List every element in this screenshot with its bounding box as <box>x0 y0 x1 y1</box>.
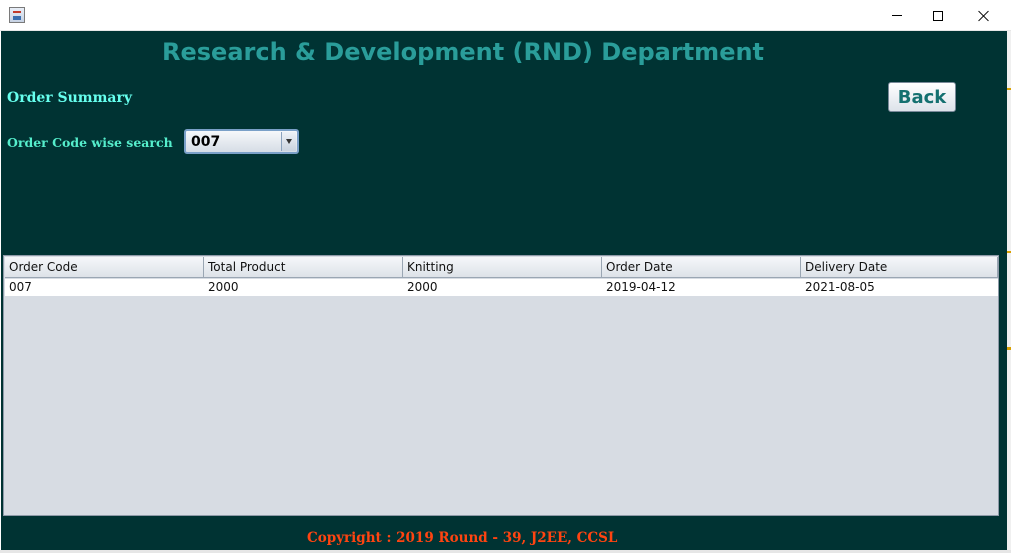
maximize-icon <box>933 10 943 21</box>
column-header-order-date[interactable]: Order Date <box>602 257 801 278</box>
edge-mark <box>1007 347 1011 350</box>
close-icon <box>978 10 990 22</box>
column-header-total-product[interactable]: Total Product <box>204 257 403 278</box>
java-app-icon <box>9 7 25 23</box>
order-code-combobox[interactable]: 007 <box>184 129 299 154</box>
page-title: Research & Development (RND) Department <box>162 38 765 66</box>
cell-delivery-date[interactable]: 2021-08-05 <box>801 279 998 296</box>
section-title: Order Summary <box>7 90 133 106</box>
cell-order-code[interactable]: 007 <box>5 279 204 296</box>
cell-total-product[interactable]: 2000 <box>204 279 403 296</box>
combobox-dropdown-button[interactable] <box>281 132 296 151</box>
window-edge <box>1007 31 1011 553</box>
cell-order-date[interactable]: 2019-04-12 <box>602 279 801 296</box>
close-button[interactable] <box>961 0 1007 31</box>
order-code-search-label: Order Code wise search <box>7 135 173 150</box>
table-header: Order Code Total Product Knitting Order … <box>5 257 998 278</box>
column-header-order-code[interactable]: Order Code <box>5 257 204 278</box>
minimize-button[interactable] <box>874 0 920 31</box>
window-titlebar <box>0 0 1011 31</box>
maximize-button[interactable] <box>915 0 961 31</box>
back-button[interactable]: Back <box>888 82 956 112</box>
minimize-icon <box>892 15 902 16</box>
cell-knitting[interactable]: 2000 <box>403 279 602 296</box>
edge-mark <box>1007 88 1011 90</box>
table-row[interactable]: 007 2000 2000 2019-04-12 2021-08-05 <box>5 279 998 296</box>
order-table: Order Code Total Product Knitting Order … <box>3 255 999 516</box>
combobox-selected-value: 007 <box>191 134 221 150</box>
copyright-text: Copyright : 2019 Round - 39, J2EE, CCSL <box>307 530 618 546</box>
edge-mark <box>1007 251 1011 253</box>
column-header-delivery-date[interactable]: Delivery Date <box>801 257 998 278</box>
chevron-down-icon <box>286 139 292 144</box>
column-header-knitting[interactable]: Knitting <box>403 257 602 278</box>
